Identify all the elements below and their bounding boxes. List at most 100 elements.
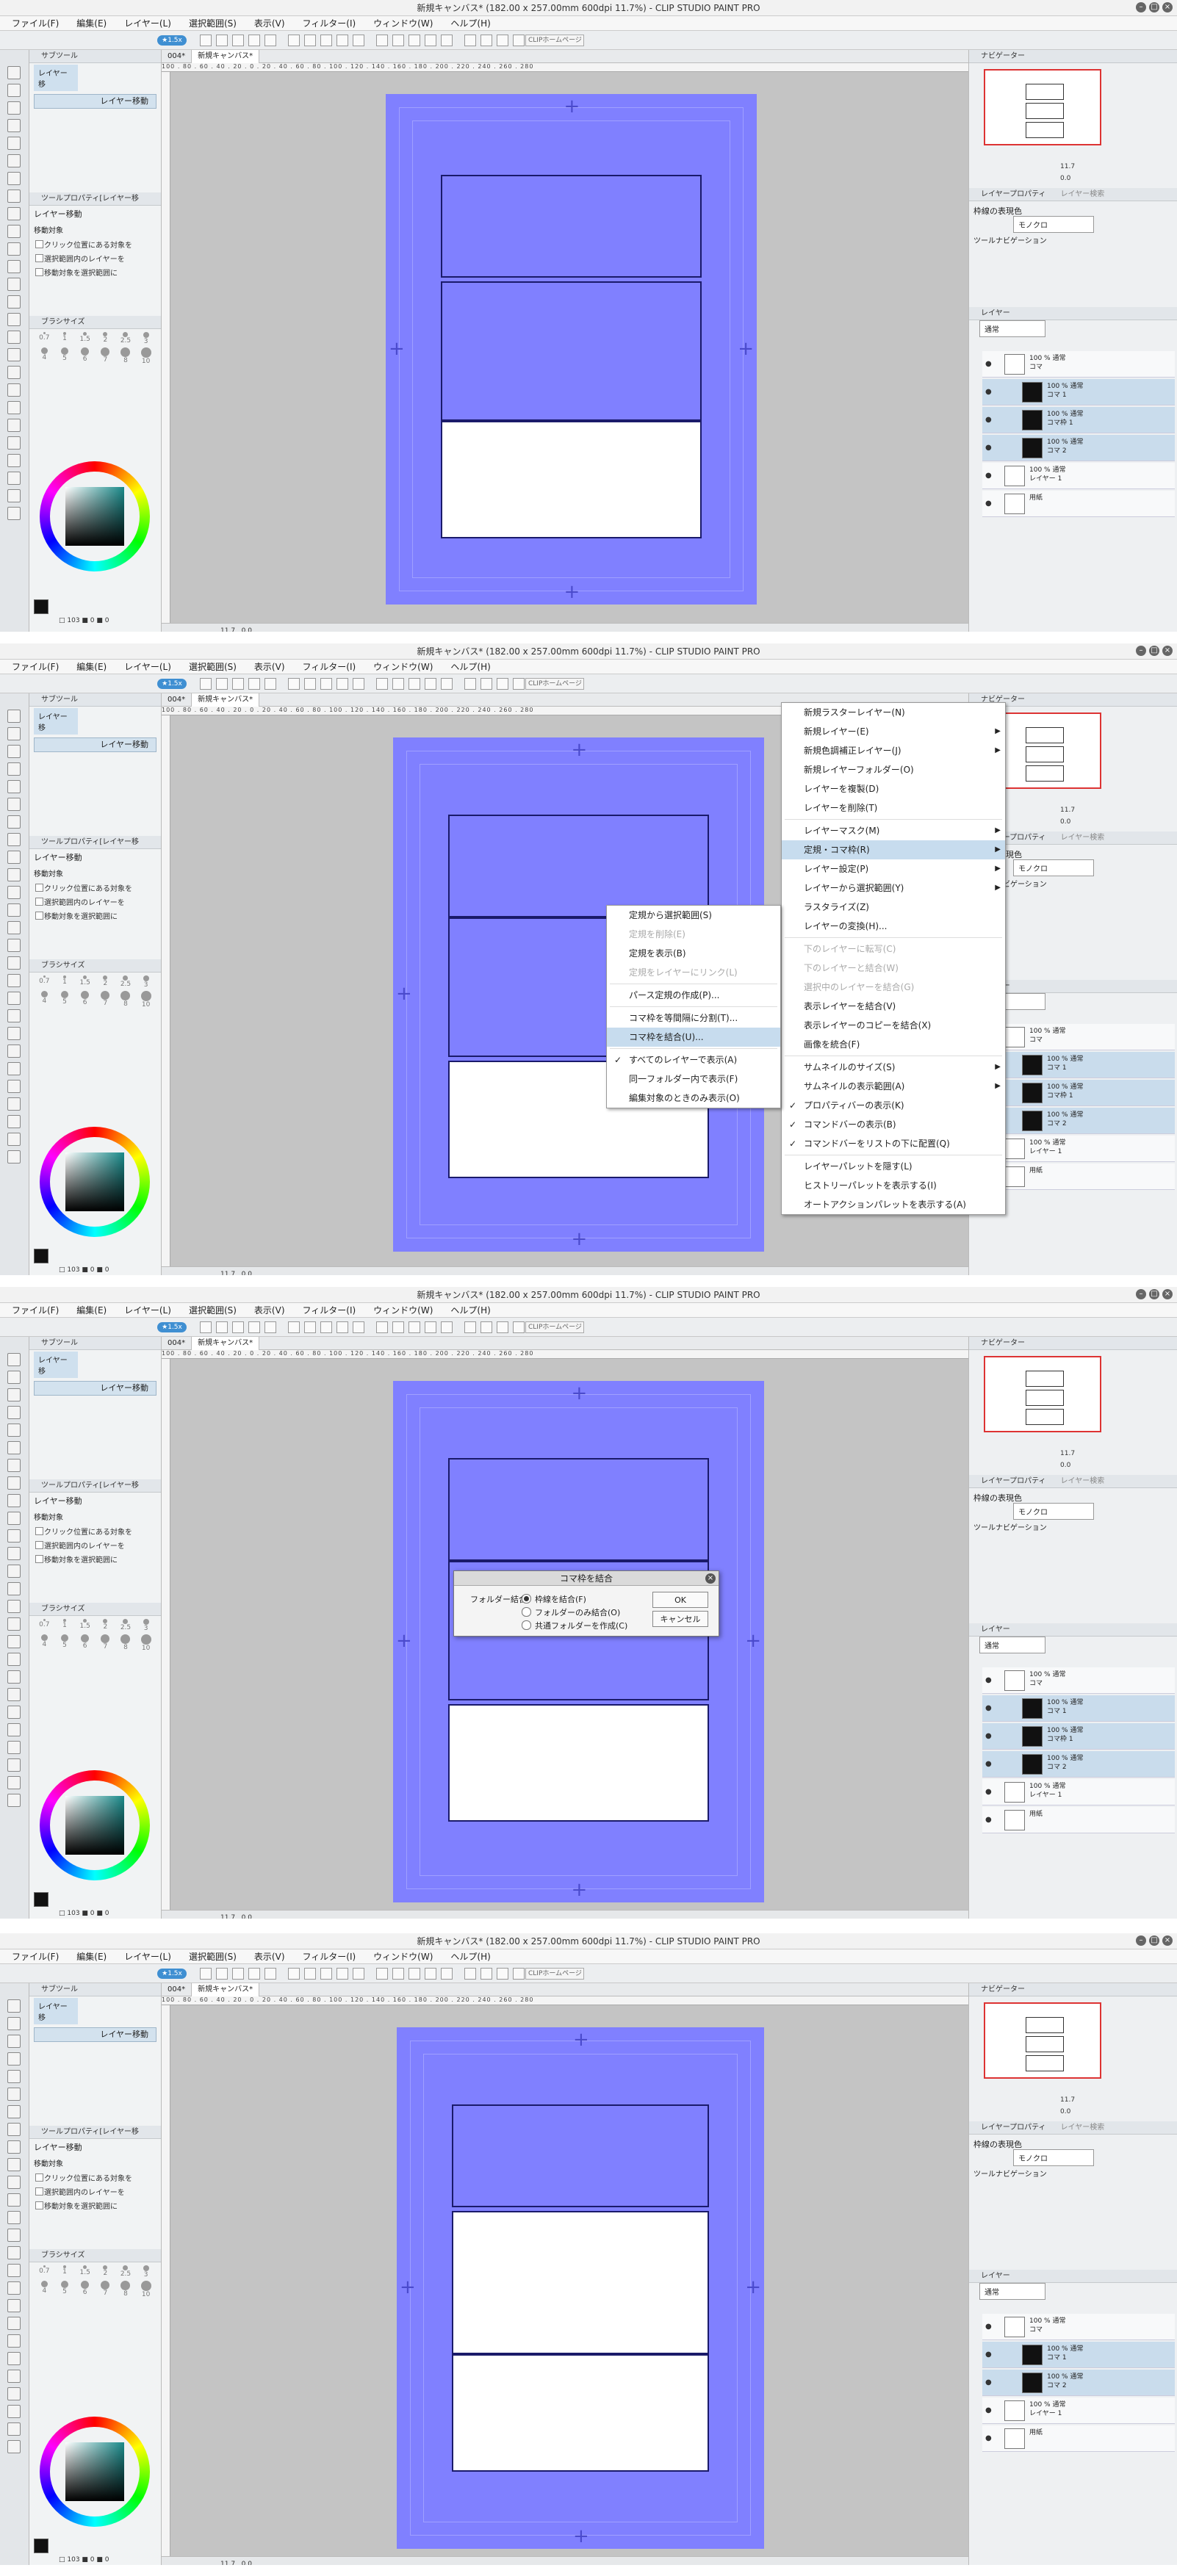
brush-size-option[interactable]: 8 [117,991,135,1009]
subtool-tab[interactable]: レイヤー移 [34,1998,78,2024]
layer-row[interactable]: ●100 % 通常コマ 2 [982,435,1175,461]
command-icon[interactable] [336,1321,348,1333]
tool-icon[interactable] [7,383,21,397]
brush-size-option[interactable]: 10 [137,991,155,1009]
tool-icon[interactable] [7,1758,21,1772]
close-button[interactable]: × [1162,1935,1173,1946]
command-icon[interactable] [232,1968,244,1980]
menu-item[interactable]: ヘルプ(H) [442,16,499,30]
menu-item[interactable]: レイヤーマスク(M) ▶ [782,821,1005,840]
tool-icon[interactable] [7,1617,21,1631]
command-icon[interactable] [216,678,228,690]
menu-item[interactable]: 画像を統合(F) [782,1035,1005,1054]
command-icon[interactable] [288,35,300,46]
panel-frame[interactable] [452,2211,709,2354]
tool-icon[interactable] [7,815,21,829]
tool-icon[interactable] [7,1741,21,1754]
cancel-button[interactable]: キャンセル [652,1611,708,1627]
tool-icon[interactable] [7,780,21,793]
tool-icon[interactable] [7,2317,21,2330]
command-icon[interactable] [480,35,492,46]
panel-frame[interactable] [441,421,702,538]
command-icon[interactable] [497,35,508,46]
command-icon[interactable] [464,35,476,46]
tool-icon[interactable] [7,2405,21,2418]
menu-item[interactable]: ファイル(F) [3,16,68,30]
visibility-eye-icon[interactable]: ● [985,1732,992,1740]
tool-icon[interactable] [7,1547,21,1560]
menu-item[interactable]: 表示レイヤーを結合(V) [782,997,1005,1016]
layer-row[interactable]: ●100 % 通常コマ 2 [982,1108,1175,1134]
brush-size-option[interactable]: 5 [56,347,74,365]
visibility-eye-icon[interactable]: ● [985,1704,992,1712]
color-square[interactable] [65,1152,124,1211]
tool-icon[interactable] [7,489,21,502]
menu-item[interactable]: ✓ すべてのレイヤーで表示(A) [607,1050,780,1069]
brush-size-option[interactable]: 10 [137,2281,155,2298]
brush-size-option[interactable]: 0.7 [35,2265,54,2279]
command-icon[interactable] [248,1968,260,1980]
visibility-eye-icon[interactable]: ● [985,2323,992,2331]
tool-icon[interactable] [7,2246,21,2259]
tool-icon[interactable] [7,401,21,414]
maximize-button[interactable]: □ [1149,646,1159,656]
command-icon[interactable] [264,35,276,46]
tool-icon[interactable] [7,903,21,917]
brush-size-option[interactable]: 1 [56,2265,74,2279]
tool-icon[interactable] [7,2176,21,2189]
tool-icon[interactable] [7,921,21,934]
brush-size-option[interactable]: 1.5 [76,975,94,989]
tool-icon[interactable] [7,1133,21,1146]
command-icon[interactable] [392,1321,404,1333]
brush-size-option[interactable]: 1 [56,332,74,345]
brush-size-option[interactable]: 2 [96,1619,115,1632]
tool-icon[interactable] [7,1150,21,1163]
layer-search-tab[interactable]: レイヤー検索 [1061,190,1105,198]
brush-size-option[interactable]: 6 [76,1634,94,1652]
command-icon[interactable] [232,678,244,690]
layer-row[interactable]: ● 100 % 通常コマ [982,2314,1175,2340]
tool-icon[interactable] [7,101,21,115]
tool-icon[interactable] [7,762,21,776]
maximize-button[interactable]: □ [1149,2,1159,12]
subtool-layer-move[interactable]: レイヤー移動 [34,737,156,752]
tool-icon[interactable] [7,2052,21,2066]
command-icon[interactable] [497,1968,508,1980]
tool-icon[interactable] [7,2229,21,2242]
brush-size-option[interactable]: 2.5 [117,332,135,345]
tool-icon[interactable] [7,436,21,450]
command-icon[interactable] [441,1968,453,1980]
tool-icon[interactable] [7,1706,21,1719]
command-icon[interactable] [336,35,348,46]
brush-size-option[interactable]: 8 [117,1634,135,1652]
layer-row[interactable]: ● 100 % 通常コマ枠 1 [982,1723,1175,1750]
navigator-zoom[interactable]: 11.7 [972,2096,1170,2107]
menu-item[interactable]: フィルター(I) [294,1949,365,1963]
layer-row[interactable]: ● 100 % 通常コマ 1 [982,1695,1175,1722]
subtool-layer-move[interactable]: レイヤー移動 [34,94,156,109]
command-icon[interactable] [216,35,228,46]
brush-size-option[interactable]: 0.7 [35,332,54,345]
visibility-eye-icon[interactable]: ● [985,1788,992,1796]
menu-item[interactable]: 選択範囲(S) [180,16,245,30]
tool-icon[interactable] [7,798,21,811]
tool-icon[interactable] [7,2070,21,2083]
layer-row[interactable]: ● 100 % 通常コマ [982,351,1175,378]
command-icon[interactable] [248,35,260,46]
tool-icon[interactable] [7,1794,21,1807]
tool-icon[interactable] [7,119,21,132]
command-icon[interactable] [288,678,300,690]
command-icon[interactable] [320,1321,332,1333]
tool-option-checkbox[interactable]: クリック位置にある対象を [29,237,161,251]
command-icon[interactable] [441,1321,453,1333]
canvas-paper[interactable]: + + + + [397,2027,764,2549]
tool-icon[interactable] [7,507,21,520]
tool-icon[interactable] [7,2299,21,2312]
menu-item[interactable]: サムネイルの表示範囲(A) ▶ [782,1077,1005,1096]
tool-icon[interactable] [7,1476,21,1490]
menu-item[interactable]: 定規をレイヤーにリンク(L) [607,963,780,982]
command-icon[interactable] [425,35,436,46]
command-icon[interactable] [304,1968,316,1980]
menu-item[interactable]: レイヤー(L) [115,16,180,30]
brush-size-option[interactable]: 2 [96,2265,115,2279]
